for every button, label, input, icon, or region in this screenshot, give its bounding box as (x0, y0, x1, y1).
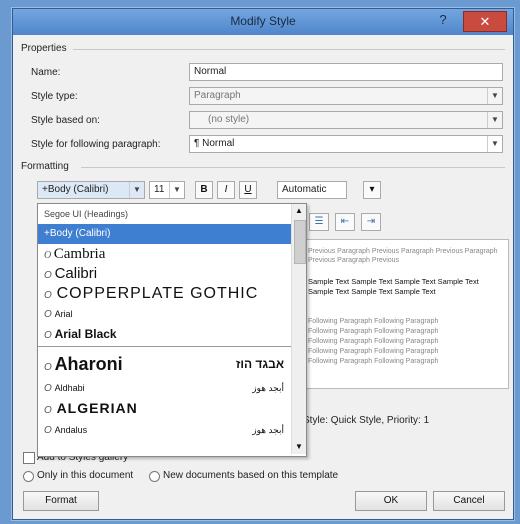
style-based-value: (no style) (208, 114, 250, 125)
increase-indent-button[interactable]: ⇥ (361, 213, 381, 231)
preview-following-line: Following Paragraph Following Paragraph (308, 348, 439, 355)
preview-following-line: Following Paragraph Following Paragraph (308, 318, 439, 325)
chevron-down-icon: ▾ (369, 184, 375, 195)
font-dropdown-list[interactable]: Segoe UI (Headings) +Body (Calibri) O Ca… (37, 203, 307, 457)
decrease-indent-button[interactable]: ⇤ (335, 213, 355, 231)
bold-button[interactable]: B (195, 181, 213, 199)
formatting-separator (81, 167, 505, 168)
following-style-label: Style for following paragraph: (31, 139, 161, 150)
font-list-scrollbar[interactable]: ▲ ▼ (291, 204, 306, 454)
preview-previous-line: Previous Paragraph Previous Paragraph Pr… (308, 248, 498, 255)
close-button[interactable]: ✕ (463, 11, 507, 32)
preview-sample-line: Sample Text Sample Text Sample Text (308, 287, 436, 296)
font-list-item[interactable]: O Calibri (38, 264, 292, 284)
style-type-label: Style type: (31, 91, 78, 102)
chevron-down-icon: ▼ (129, 182, 144, 198)
font-color-value: Automatic (282, 184, 327, 195)
font-list-item[interactable]: O Arial (38, 304, 292, 324)
font-list-item[interactable]: O Cambria (38, 244, 292, 264)
ok-button[interactable]: OK (355, 491, 427, 511)
scroll-up-icon[interactable]: ▲ (292, 204, 306, 218)
scroll-down-icon[interactable]: ▼ (292, 440, 306, 454)
chevron-down-icon: ▼ (169, 182, 184, 198)
preview-following-line: Following Paragraph Following Paragraph (308, 358, 439, 365)
line-spacing-button[interactable]: ☰ (309, 213, 329, 231)
color-dropdown-button[interactable]: ▾ (363, 181, 381, 199)
cancel-button[interactable]: Cancel (433, 491, 505, 511)
font-list-item-selected[interactable]: +Body (Calibri) (38, 224, 292, 244)
add-to-gallery-checkbox[interactable] (23, 452, 35, 464)
font-list-item[interactable]: O Andalus أبجد هوز (38, 420, 292, 440)
new-documents-label: New documents based on this template (163, 470, 339, 481)
name-label: Name: (31, 67, 61, 78)
style-description: Style: Quick Style, Priority: 1 (303, 415, 430, 426)
font-list-item[interactable]: O Aldhabi أبجد هوز (38, 378, 292, 398)
font-list-item[interactable]: O COPPERPLATE GOTHIC (38, 284, 292, 304)
preview-previous-line: Previous Paragraph Previous (308, 257, 400, 264)
chevron-down-icon: ▼ (487, 136, 502, 152)
following-style-value: ¶ Normal (194, 138, 235, 149)
style-based-label: Style based on: (31, 115, 100, 126)
font-list-item[interactable]: Segoe UI (Headings) (38, 204, 292, 224)
title-bar: Modify Style ? ✕ (13, 9, 513, 35)
preview-following-line: Following Paragraph Following Paragraph (308, 328, 439, 335)
chevron-down-icon: ▼ (487, 112, 502, 128)
only-this-document-label: Only in this document (37, 470, 134, 481)
name-field[interactable]: Normal (189, 63, 503, 81)
font-name-select[interactable]: +Body (Calibri) ▼ (37, 181, 145, 199)
properties-separator (73, 49, 505, 50)
line-spacing-icon: ☰ (314, 216, 324, 227)
font-list-separator (38, 346, 292, 347)
following-style-select[interactable]: ¶ Normal ▼ (189, 135, 503, 153)
new-documents-radio[interactable] (149, 471, 160, 482)
font-list-item[interactable]: O Aharoni אבגד הוז (38, 352, 292, 376)
font-size-value: 11 (154, 184, 165, 195)
preview-sample-line: Sample Text Sample Text Sample Text Samp… (308, 277, 479, 286)
style-type-select[interactable]: Paragraph ▼ (189, 87, 503, 105)
format-button[interactable]: Format (23, 491, 99, 511)
style-based-select[interactable]: (no style) ▼ (189, 111, 503, 129)
scrollbar-thumb[interactable] (294, 220, 306, 264)
indent-increase-icon: ⇥ (366, 216, 376, 227)
font-color-select[interactable]: Automatic (277, 181, 347, 199)
chevron-down-icon: ▼ (487, 88, 502, 104)
font-name-value: +Body (Calibri) (42, 184, 109, 195)
italic-button[interactable]: I (217, 181, 235, 199)
indent-decrease-icon: ⇤ (340, 216, 350, 227)
preview-pane: Previous Paragraph Previous Paragraph Pr… (297, 239, 509, 389)
font-list-item[interactable]: O ALGERIAN (38, 398, 292, 418)
underline-button[interactable]: U (239, 181, 257, 199)
only-this-document-radio[interactable] (23, 471, 34, 482)
modify-style-dialog: Modify Style ? ✕ Properties Name: Normal… (12, 8, 514, 520)
preview-following-line: Following Paragraph Following Paragraph (308, 338, 439, 345)
style-type-value: Paragraph (194, 90, 241, 101)
font-size-select[interactable]: 11 ▼ (149, 181, 185, 199)
font-list-item[interactable]: O Arial Black (38, 324, 292, 344)
help-button[interactable]: ? (433, 12, 453, 30)
formatting-heading: Formatting (21, 161, 69, 172)
properties-heading: Properties (21, 43, 67, 54)
